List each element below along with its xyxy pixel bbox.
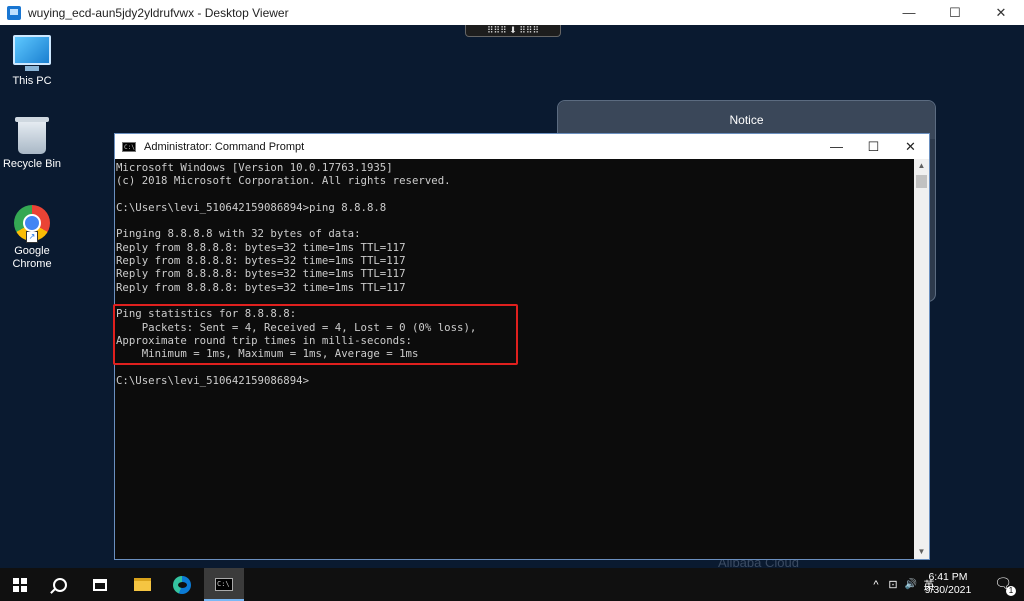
- taskbar-file-explorer[interactable]: [122, 568, 162, 601]
- console-line: Pinging 8.8.8.8 with 32 bytes of data:: [116, 227, 361, 241]
- scroll-thumb[interactable]: [916, 175, 927, 188]
- console-line: C:\Users\levi_510642159086894>ping 8.8.8…: [116, 200, 387, 214]
- cmd-close-button[interactable]: ✕: [892, 134, 929, 159]
- cmd-window-title: Administrator: Command Prompt: [144, 140, 305, 153]
- cmd-minimize-button[interactable]: —: [818, 134, 855, 159]
- network-icon[interactable]: ⊡: [884, 578, 902, 591]
- ping-statistics-highlight: [113, 304, 518, 365]
- chrome-icon: ↗: [14, 205, 50, 243]
- command-prompt-icon: C:\: [215, 578, 233, 591]
- viewer-close-button[interactable]: ✕: [978, 0, 1024, 25]
- desktop-icon-label: This PC: [12, 75, 52, 87]
- windows-start-icon: [13, 577, 27, 592]
- file-explorer-icon: [133, 578, 151, 591]
- computer-icon: [13, 35, 51, 71]
- cmd-titlebar[interactable]: C:\ Administrator: Command Prompt — ☐ ✕: [115, 134, 929, 159]
- recycle-bin-icon: [15, 117, 49, 154]
- desktop-viewer-app-icon: [7, 5, 21, 20]
- console-line: Reply from 8.8.8.8: bytes=32 time=1ms TT…: [116, 267, 406, 281]
- viewer-toolbar-handle[interactable]: ⠿⠿⠿ ⬇ ⠿⠿⠿: [465, 25, 561, 37]
- command-prompt-icon: C:\: [122, 141, 136, 152]
- cmd-maximize-button[interactable]: ☐: [855, 134, 892, 159]
- clock-time: 6:41 PM: [928, 571, 968, 583]
- edge-icon: [173, 575, 191, 594]
- viewer-maximize-button[interactable]: ☐: [932, 0, 978, 25]
- scroll-up-icon[interactable]: ▲: [914, 159, 929, 173]
- show-hidden-icons-chevron-icon[interactable]: ^: [868, 579, 884, 591]
- notification-count-badge: 1: [1006, 586, 1016, 596]
- viewer-minimize-button[interactable]: —: [886, 0, 932, 25]
- shortcut-arrow-icon: ↗: [26, 231, 38, 243]
- taskbar: C:\ ^ ⊡ 🔊 英 6:41 PM 9/30/2021 🗨 1: [0, 568, 1024, 601]
- desktop-icon-google-chrome[interactable]: ↗ Google Chrome: [0, 205, 64, 271]
- cmd-window-controls: — ☐ ✕: [818, 134, 929, 159]
- action-center-button[interactable]: 🗨 1: [992, 575, 1016, 596]
- viewer-titlebar: wuying_ecd-aun5jdy2yldrufvwx - Desktop V…: [0, 0, 1024, 25]
- search-button[interactable]: [40, 568, 80, 601]
- start-button[interactable]: [0, 568, 40, 601]
- search-icon: [53, 577, 67, 592]
- console-line: Reply from 8.8.8.8: bytes=32 time=1ms TT…: [116, 280, 406, 294]
- task-view-icon: [93, 578, 107, 591]
- taskbar-edge[interactable]: [162, 568, 202, 601]
- console-line: Reply from 8.8.8.8: bytes=32 time=1ms TT…: [116, 240, 406, 254]
- desktop-icon-recycle-bin[interactable]: Recycle Bin: [0, 117, 64, 171]
- vertical-scrollbar[interactable]: ▲ ▼: [914, 159, 929, 559]
- console-line: Reply from 8.8.8.8: bytes=32 time=1ms TT…: [116, 254, 406, 268]
- desktop-icon-label: Recycle Bin: [2, 158, 62, 170]
- desktop-icon-label: Google Chrome: [12, 245, 52, 270]
- viewer-window-title: wuying_ecd-aun5jdy2yldrufvwx - Desktop V…: [28, 5, 289, 20]
- taskbar-clock[interactable]: 6:41 PM 9/30/2021: [918, 571, 978, 597]
- console-line: (c) 2018 Microsoft Corporation. All righ…: [116, 174, 451, 188]
- console-line: Microsoft Windows [Version 10.0.17763.19…: [116, 161, 393, 174]
- scroll-down-icon[interactable]: ▼: [914, 545, 929, 559]
- desktop-icon-this-pc[interactable]: This PC: [0, 35, 64, 88]
- viewer-window-controls: — ☐ ✕: [886, 0, 1024, 25]
- taskbar-command-prompt[interactable]: C:\: [204, 568, 244, 601]
- task-view-button[interactable]: [80, 568, 120, 601]
- console-line: C:\Users\levi_510642159086894>: [116, 373, 310, 387]
- clock-date: 9/30/2021: [924, 584, 972, 596]
